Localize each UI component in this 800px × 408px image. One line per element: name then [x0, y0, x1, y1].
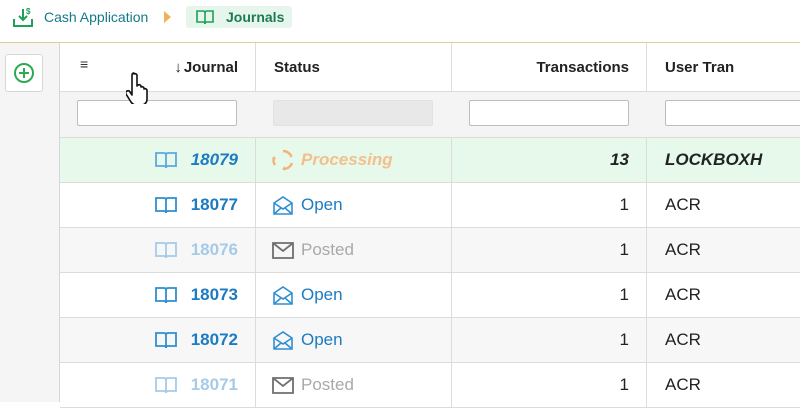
grid-header: ≡ ↓ Journal Status Transactions User Tra… [60, 43, 800, 92]
transactions-cell: 1 [452, 183, 647, 227]
status-label: Processing [301, 150, 393, 169]
svg-text:$: $ [26, 7, 31, 16]
journal-cell[interactable]: 18072 [60, 318, 256, 362]
user-tran-value: ACR [665, 375, 701, 394]
column-header-user-tran[interactable]: User Tran [647, 43, 800, 91]
journal-cell[interactable]: 18079 [60, 138, 256, 182]
user-tran-value: LOCKBOXH [665, 150, 763, 169]
journal-book-icon [154, 377, 177, 394]
closed-envelope-icon [272, 242, 294, 259]
journal-book-icon [154, 242, 177, 259]
sort-descending-icon[interactable]: ↓ [174, 59, 182, 76]
journal-book-icon [154, 332, 177, 349]
status-cell: Posted [256, 363, 452, 407]
breadcrumb-journals[interactable]: Journals [186, 6, 293, 28]
status-cell: Processing [256, 138, 452, 182]
table-row[interactable]: 18072 Open 1 ACR [60, 318, 800, 363]
journal-book-icon [196, 10, 214, 25]
processing-arrows-icon [272, 149, 294, 171]
journal-book-icon [154, 287, 177, 304]
plus-circle-icon [14, 63, 34, 83]
column-label: User Tran [665, 58, 735, 76]
status-filter-input [273, 100, 433, 126]
table-row[interactable]: 18077 Open 1 ACR [60, 183, 800, 228]
user-tran-cell: LOCKBOXH [647, 138, 800, 182]
transactions-cell: 1 [452, 273, 647, 317]
journal-filter-input[interactable] [77, 100, 237, 126]
breadcrumb-separator-icon [164, 11, 171, 23]
hamburger-menu-icon[interactable]: ≡ [80, 56, 88, 72]
transactions-count: 1 [619, 195, 629, 214]
journal-id[interactable]: 18077 [191, 195, 238, 215]
hand-pointer-cursor-icon [126, 72, 148, 104]
journal-cell[interactable]: 18073 [60, 273, 256, 317]
breadcrumb-label: Cash Application [44, 9, 149, 25]
transactions-cell: 1 [452, 318, 647, 362]
open-envelope-icon [273, 196, 293, 215]
user-tran-cell: ACR [647, 183, 800, 227]
user-tran-cell: ACR [647, 273, 800, 317]
status-cell: Posted [256, 228, 452, 272]
status-label: Open [301, 195, 343, 214]
status-cell: Open [256, 273, 452, 317]
journal-book-icon [154, 152, 177, 169]
table-row[interactable]: 18079 Processing 13 LOCKBOXH [60, 138, 800, 183]
column-header-journal[interactable]: ≡ ↓ Journal [60, 43, 256, 91]
table-row[interactable]: 18071 Posted 1 ACR [60, 363, 800, 408]
user-tran-filter-input[interactable] [665, 100, 800, 126]
status-label: Posted [301, 240, 354, 259]
transactions-count: 13 [610, 150, 629, 169]
journal-cell[interactable]: 18077 [60, 183, 256, 227]
user-tran-cell: ACR [647, 363, 800, 407]
breadcrumb-label: Journals [226, 9, 285, 25]
table-row[interactable]: 18076 Posted 1 ACR [60, 228, 800, 273]
transactions-filter-input[interactable] [469, 100, 629, 126]
transactions-cell: 13 [452, 138, 647, 182]
add-journal-button[interactable] [5, 54, 43, 92]
journal-id[interactable]: 18072 [191, 330, 238, 350]
column-header-transactions[interactable]: Transactions [452, 43, 647, 91]
column-label: Journal [183, 58, 238, 76]
transactions-cell: 1 [452, 228, 647, 272]
journal-id[interactable]: 18073 [191, 285, 238, 305]
user-tran-value: ACR [665, 195, 701, 214]
status-label: Open [301, 285, 343, 304]
filter-row [60, 92, 800, 138]
journal-id[interactable]: 18071 [191, 375, 238, 395]
transactions-cell: 1 [452, 363, 647, 407]
closed-envelope-icon [272, 377, 294, 394]
user-tran-value: ACR [665, 285, 701, 304]
breadcrumb-cash-application[interactable]: $ Cash Application [12, 6, 148, 28]
journal-cell[interactable]: 18076 [60, 228, 256, 272]
transactions-count: 1 [619, 330, 629, 349]
journal-cell[interactable]: 18071 [60, 363, 256, 407]
journals-grid: ≡ ↓ Journal Status Transactions User Tra… [59, 43, 800, 408]
journal-book-icon [154, 197, 177, 214]
column-header-status[interactable]: Status [256, 43, 452, 91]
open-envelope-icon [273, 286, 293, 305]
status-cell: Open [256, 318, 452, 362]
left-rail [0, 43, 59, 402]
open-envelope-icon [273, 331, 293, 350]
column-label: Status [274, 58, 320, 76]
user-tran-cell: ACR [647, 228, 800, 272]
breadcrumb-bar: $ Cash Application Journals [0, 0, 800, 43]
journal-id[interactable]: 18076 [191, 240, 238, 260]
status-label: Open [301, 330, 343, 349]
status-cell: Open [256, 183, 452, 227]
user-tran-value: ACR [665, 240, 701, 259]
user-tran-value: ACR [665, 330, 701, 349]
user-tran-cell: ACR [647, 318, 800, 362]
column-label: Transactions [536, 58, 629, 76]
transactions-count: 1 [619, 240, 629, 259]
status-label: Posted [301, 375, 354, 394]
transactions-count: 1 [619, 375, 629, 394]
cash-download-icon: $ [13, 7, 33, 27]
table-row[interactable]: 18073 Open 1 ACR [60, 273, 800, 318]
transactions-count: 1 [619, 285, 629, 304]
journal-id[interactable]: 18079 [191, 150, 238, 170]
